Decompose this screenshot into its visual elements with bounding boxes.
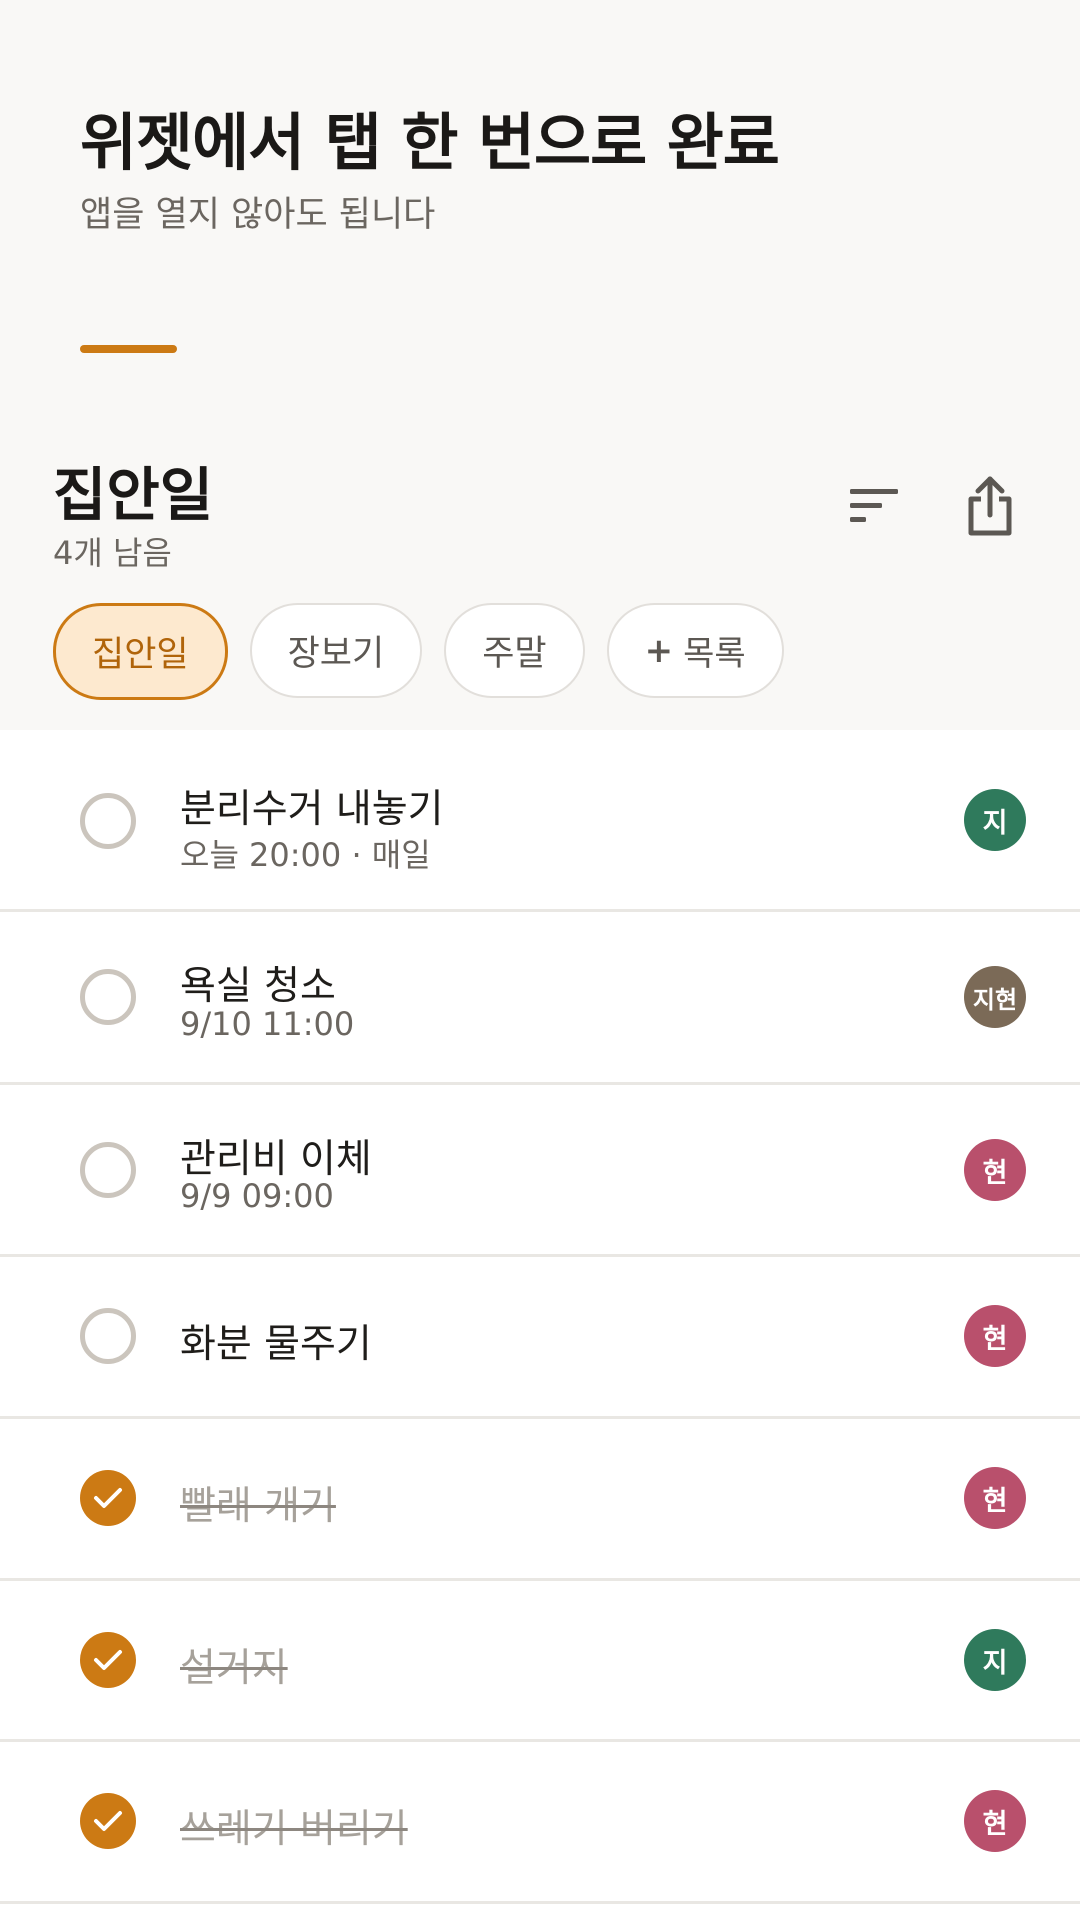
- assignee-avatar: 지현: [964, 966, 1026, 1028]
- promo-headline: 위젯에서 탭 한 번으로 완료: [80, 106, 780, 179]
- assignee-avatar: 현: [964, 1790, 1026, 1852]
- list-chips: 집안일 장보기 주말 + 목록: [53, 603, 784, 700]
- task-row[interactable]: 욕실 청소 9/10 11:00 지현: [0, 912, 1080, 1085]
- task-checkbox-checked[interactable]: [80, 1632, 136, 1688]
- share-button[interactable]: [954, 470, 1026, 542]
- sort-button[interactable]: [838, 470, 910, 542]
- chip-label: 집안일: [92, 635, 189, 675]
- task-checkbox[interactable]: [80, 1142, 136, 1198]
- task-title: 설거지: [180, 1646, 288, 1691]
- assignee-avatar: 현: [964, 1139, 1026, 1201]
- share-icon: [968, 476, 1012, 536]
- task-meta: 9/9 09:00: [180, 1177, 334, 1215]
- task-title: 관리비 이체: [180, 1137, 372, 1182]
- checkmark-icon: [94, 1488, 122, 1508]
- chip-chores[interactable]: 집안일: [53, 603, 228, 700]
- chip-label: 주말: [482, 634, 547, 674]
- task-row[interactable]: 쓰레기 버리기 현: [0, 1742, 1080, 1904]
- task-title: 빨래 개기: [180, 1484, 336, 1529]
- checkmark-icon: [94, 1650, 122, 1670]
- chip-weekend[interactable]: 주말: [444, 603, 585, 698]
- task-list: 분리수거 내놓기 오늘 20:00 · 매일 지 욕실 청소 9/10 11:0…: [0, 730, 1080, 1904]
- task-row[interactable]: 설거지 지: [0, 1581, 1080, 1742]
- task-row[interactable]: 빨래 개기 현: [0, 1419, 1080, 1581]
- assignee-avatar: 지: [964, 789, 1026, 851]
- task-checkbox-checked[interactable]: [80, 1470, 136, 1526]
- task-checkbox[interactable]: [80, 793, 136, 849]
- task-title: 분리수거 내놓기: [180, 787, 444, 832]
- task-row[interactable]: 분리수거 내놓기 오늘 20:00 · 매일 지: [0, 730, 1080, 912]
- task-title: 화분 물주기: [180, 1322, 372, 1367]
- task-title: 쓰레기 버리기: [180, 1807, 408, 1852]
- promo-subline: 앱을 열지 않아도 됩니다: [80, 195, 436, 235]
- chip-label: 목록: [683, 634, 746, 674]
- add-list-chip[interactable]: + 목록: [606, 603, 784, 698]
- task-checkbox-checked[interactable]: [80, 1793, 136, 1849]
- task-row[interactable]: 화분 물주기 현: [0, 1257, 1080, 1419]
- assignee-avatar: 현: [964, 1467, 1026, 1529]
- task-meta: 오늘 20:00 · 매일: [180, 836, 431, 874]
- chip-groceries[interactable]: 장보기: [249, 603, 423, 698]
- assignee-avatar: 지: [964, 1629, 1026, 1691]
- chip-label: 장보기: [287, 634, 385, 674]
- header-panel: 위젯에서 탭 한 번으로 완료 앱을 열지 않아도 됩니다 집안일 4개 남음 …: [0, 0, 1080, 730]
- task-row[interactable]: 관리비 이체 9/9 09:00 현: [0, 1085, 1080, 1257]
- task-title: 욕실 청소: [180, 964, 336, 1009]
- task-meta: 9/10 11:00: [180, 1005, 355, 1043]
- sort-icon: [850, 489, 898, 522]
- plus-icon: +: [644, 630, 674, 671]
- task-checkbox[interactable]: [80, 1308, 136, 1364]
- accent-divider: [80, 345, 177, 353]
- assignee-avatar: 현: [964, 1305, 1026, 1367]
- checkmark-icon: [94, 1811, 122, 1831]
- list-title: 집안일: [53, 461, 214, 529]
- task-checkbox[interactable]: [80, 969, 136, 1025]
- remaining-count: 4개 남음: [53, 534, 172, 572]
